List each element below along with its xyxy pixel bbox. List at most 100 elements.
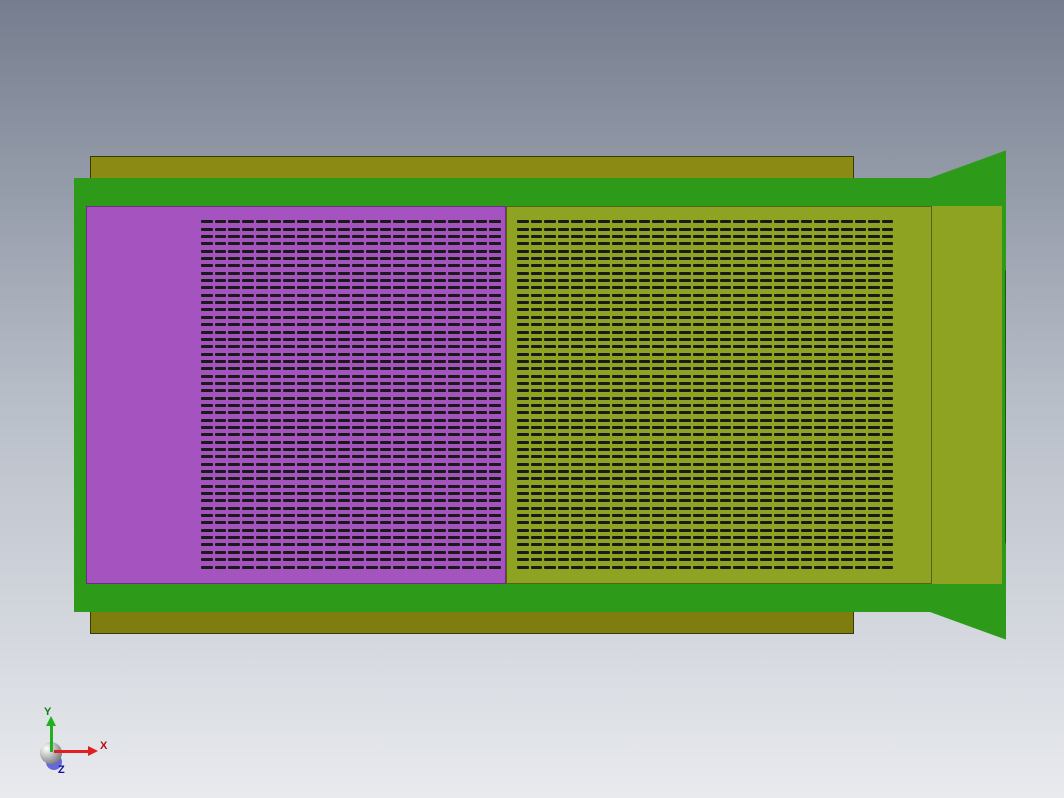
grille-slot [366,323,378,326]
grille-slot [228,441,240,444]
grille-slot [407,323,419,326]
grille-slot [733,397,745,400]
grille-slot [311,308,323,311]
end-piece[interactable] [932,206,1002,584]
grille-slot [882,323,894,326]
grille-slot [679,470,691,473]
grille-slot [571,448,583,451]
grille-slot [801,411,813,414]
grille-slot [625,521,637,524]
grille-slot [814,389,826,392]
grille-slot [841,463,853,466]
grille-slot [814,228,826,231]
grille-slot [787,301,799,304]
grille-slot [598,448,610,451]
grille-slot [558,375,570,378]
grille-row [200,353,502,357]
grille-slot [814,375,826,378]
grille-slot [828,220,840,223]
grille-slot [855,257,867,260]
grille-slot [448,477,460,480]
grille-slot [585,411,597,414]
grille-slot [625,433,637,436]
grille-slot [434,499,446,502]
grille-slot [215,463,227,466]
grille-slot [270,485,282,488]
grille-slot [868,250,880,253]
grille-slot [201,382,213,385]
grille-slot [652,331,664,334]
grille-slot [814,360,826,363]
grille-slot [489,455,501,458]
grille-slot [283,463,295,466]
grille-slot [787,419,799,422]
grille-slot [517,228,529,231]
grille-slot [242,566,254,569]
grille-slot [747,345,759,348]
cad-viewport[interactable]: X Y Z [0,0,1064,798]
grille-slot [666,367,678,370]
grille-slot [434,382,446,385]
grille-slot [801,514,813,517]
grille-slot [489,470,501,473]
grille-slot [297,529,309,532]
grille-slot [325,470,337,473]
grille-slot [787,242,799,245]
grille-slot [612,521,624,524]
grille-row [200,338,502,342]
grille-slot [201,353,213,356]
grille-slot [828,558,840,561]
grille-slot [882,272,894,275]
grille-slot [558,331,570,334]
cad-model-assembly[interactable] [74,156,1006,634]
grille-slot [531,448,543,451]
grille-slot [720,507,732,510]
grille-slot [201,397,213,400]
grille-slot [476,228,488,231]
grille-slot [380,242,392,245]
grille-slot [774,397,786,400]
grille-slot [639,470,651,473]
grille-slot [666,492,678,495]
grille-slot [760,470,772,473]
grille-slot [242,514,254,517]
grille-slot [558,367,570,370]
grille-slot [558,551,570,554]
grille-slot [841,250,853,253]
navigation-triad[interactable]: X Y Z [40,710,100,770]
grille-slot [517,294,529,297]
grille-slot [448,345,460,348]
grille-left [200,218,502,572]
grille-slot [666,264,678,267]
grille-slot [747,529,759,532]
grille-slot [476,338,488,341]
grille-slot [421,367,433,370]
grille-slot [787,338,799,341]
grille-slot [476,397,488,400]
grille-slot [352,404,364,407]
grille-slot [558,448,570,451]
grille-slot [476,543,488,546]
grille-slot [434,485,446,488]
grille-slot [421,477,433,480]
grille-slot [283,514,295,517]
grille-slot [352,558,364,561]
grille-row [200,286,502,290]
grille-slot [489,286,501,289]
grille-slot [625,397,637,400]
grille-slot [801,389,813,392]
grille-slot [747,220,759,223]
grille-slot [558,228,570,231]
grille-slot [256,463,268,466]
grille-slot [706,272,718,275]
grille-slot [228,353,240,356]
grille-slot [242,529,254,532]
grille-slot [325,375,337,378]
grille-slot [407,485,419,488]
grille-slot [366,397,378,400]
grille-slot [256,301,268,304]
grille-slot [476,316,488,319]
grille-slot [774,228,786,231]
grille-slot [571,286,583,289]
grille-slot [338,360,350,363]
